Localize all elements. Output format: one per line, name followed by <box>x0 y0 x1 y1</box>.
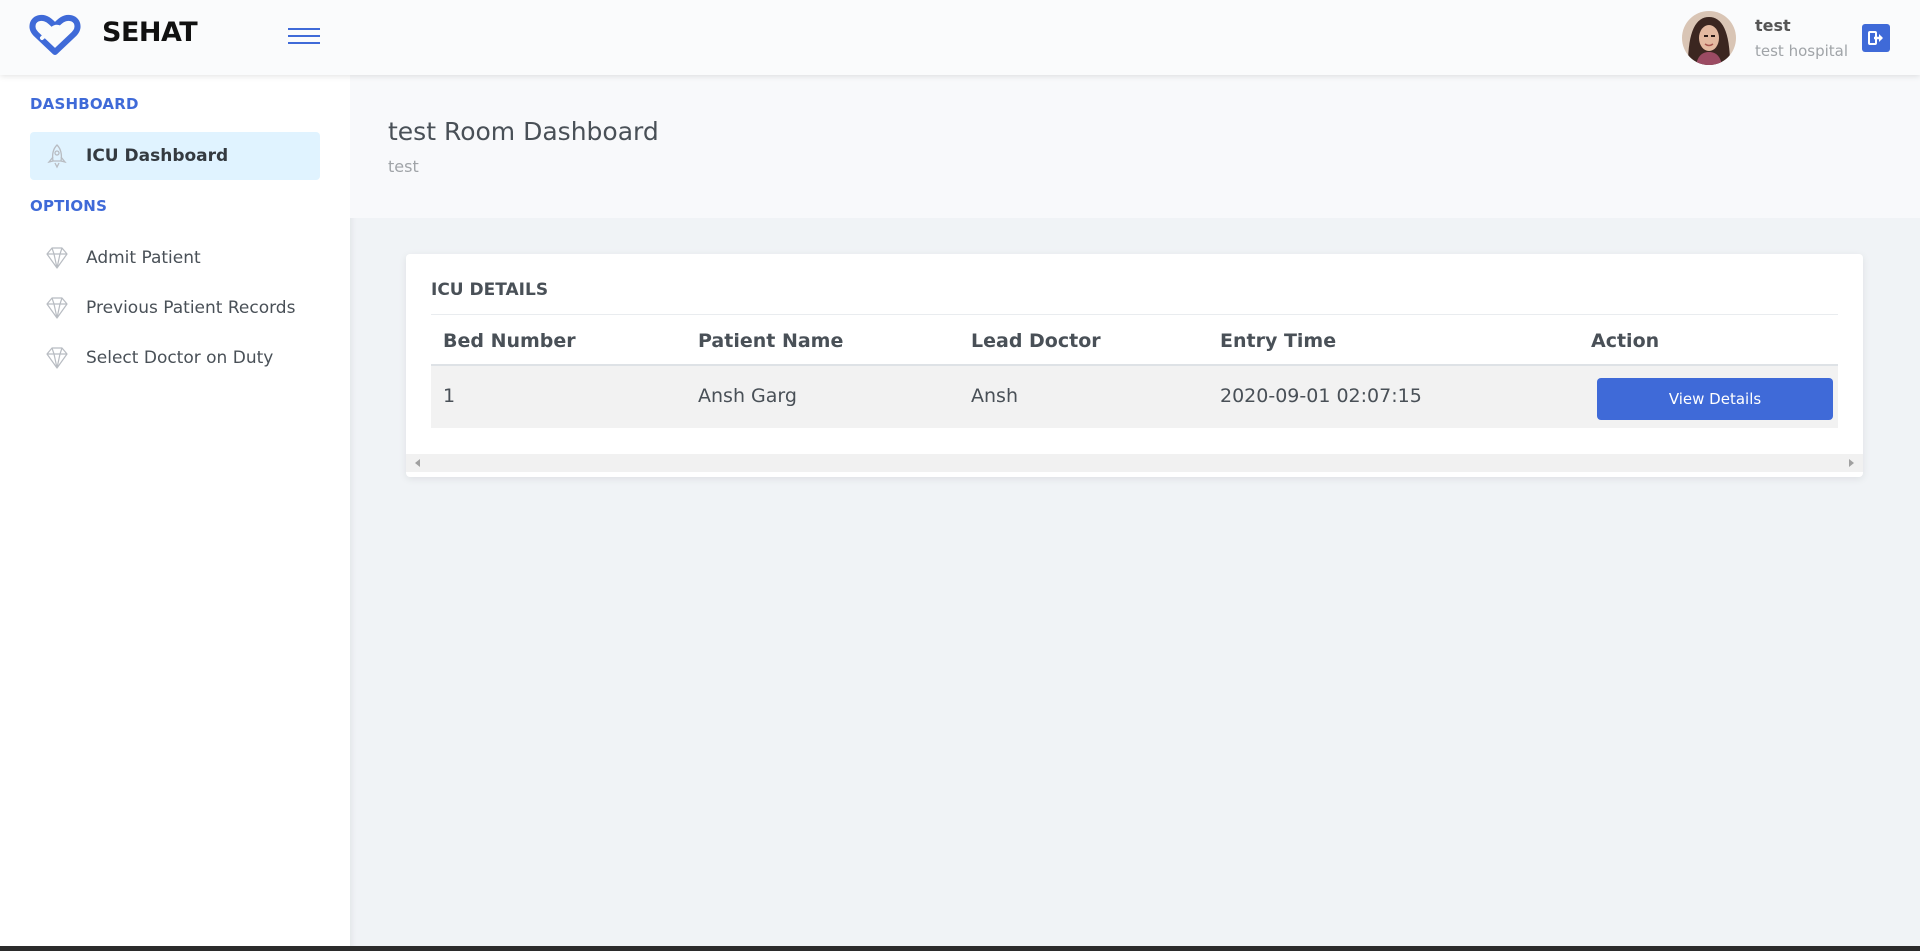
diamond-icon <box>46 297 68 319</box>
table-row: 1 Ansh Garg Ansh 2020-09-01 02:07:15 Vie… <box>431 366 1838 428</box>
sidebar-item-previous-patient-records[interactable]: Previous Patient Records <box>30 284 320 332</box>
cell-patient-name: Ansh Garg <box>698 385 797 407</box>
brand-name[interactable]: SEHAT <box>102 17 198 48</box>
column-header-patient-name: Patient Name <box>698 330 844 352</box>
hamburger-line <box>288 35 320 37</box>
diamond-icon <box>46 347 68 369</box>
user-hospital: test hospital <box>1755 42 1849 60</box>
scroll-left-arrow-icon[interactable] <box>415 459 420 467</box>
diamond-icon <box>46 247 68 269</box>
avatar-image <box>1682 11 1736 65</box>
column-header-lead-doctor: Lead Doctor <box>971 330 1101 352</box>
cell-entry-time: 2020-09-01 02:07:15 <box>1220 385 1422 407</box>
card-title: ICU DETAILS <box>431 280 549 300</box>
hamburger-line <box>288 42 320 44</box>
column-header-entry-time: Entry Time <box>1220 330 1337 352</box>
sidebar-item-admit-patient[interactable]: Admit Patient <box>30 234 320 282</box>
page-title-area: test Room Dashboard test <box>350 75 1920 218</box>
column-header-action: Action <box>1591 330 1660 352</box>
page-title: test Room Dashboard <box>388 117 659 146</box>
scroll-right-arrow-icon[interactable] <box>1849 459 1854 467</box>
icu-details-card: ICU DETAILS Bed Number Patient Name Lead… <box>406 254 1863 477</box>
logout-button[interactable] <box>1862 24 1890 52</box>
options-section-title: OPTIONS <box>30 197 108 215</box>
rocket-icon <box>47 144 67 169</box>
sidebar-item-icu-dashboard[interactable]: ICU Dashboard <box>30 132 320 180</box>
sidebar-item-label: Previous Patient Records <box>86 298 296 318</box>
sidebar-item-label: ICU Dashboard <box>86 146 229 166</box>
dashboard-section-title: DASHBOARD <box>30 95 139 113</box>
sidebar-item-label: Admit Patient <box>86 248 201 268</box>
sidebar-item-select-doctor-on-duty[interactable]: Select Doctor on Duty <box>30 334 320 382</box>
view-details-button[interactable]: View Details <box>1597 378 1833 420</box>
hamburger-line <box>288 28 320 30</box>
sidebar-item-label: Select Doctor on Duty <box>86 348 274 368</box>
page-subtitle: test <box>388 157 419 176</box>
cell-lead-doctor: Ansh <box>971 385 1018 407</box>
heart-logo-icon[interactable] <box>28 14 82 58</box>
sign-out-icon <box>1868 31 1883 45</box>
menu-toggle-button[interactable] <box>288 26 320 48</box>
avatar[interactable] <box>1682 11 1736 65</box>
sidebar: DASHBOARD ICU Dashboard OPTIONS Admit Pa… <box>0 75 350 951</box>
card-divider <box>431 314 1838 315</box>
column-header-bed-number: Bed Number <box>443 330 576 352</box>
cell-bed-number: 1 <box>443 385 456 407</box>
top-header: SEHAT test test hospital <box>0 0 1920 75</box>
user-name: test <box>1755 16 1791 35</box>
horizontal-scrollbar[interactable] <box>406 454 1863 472</box>
bottom-strip <box>0 946 1920 951</box>
